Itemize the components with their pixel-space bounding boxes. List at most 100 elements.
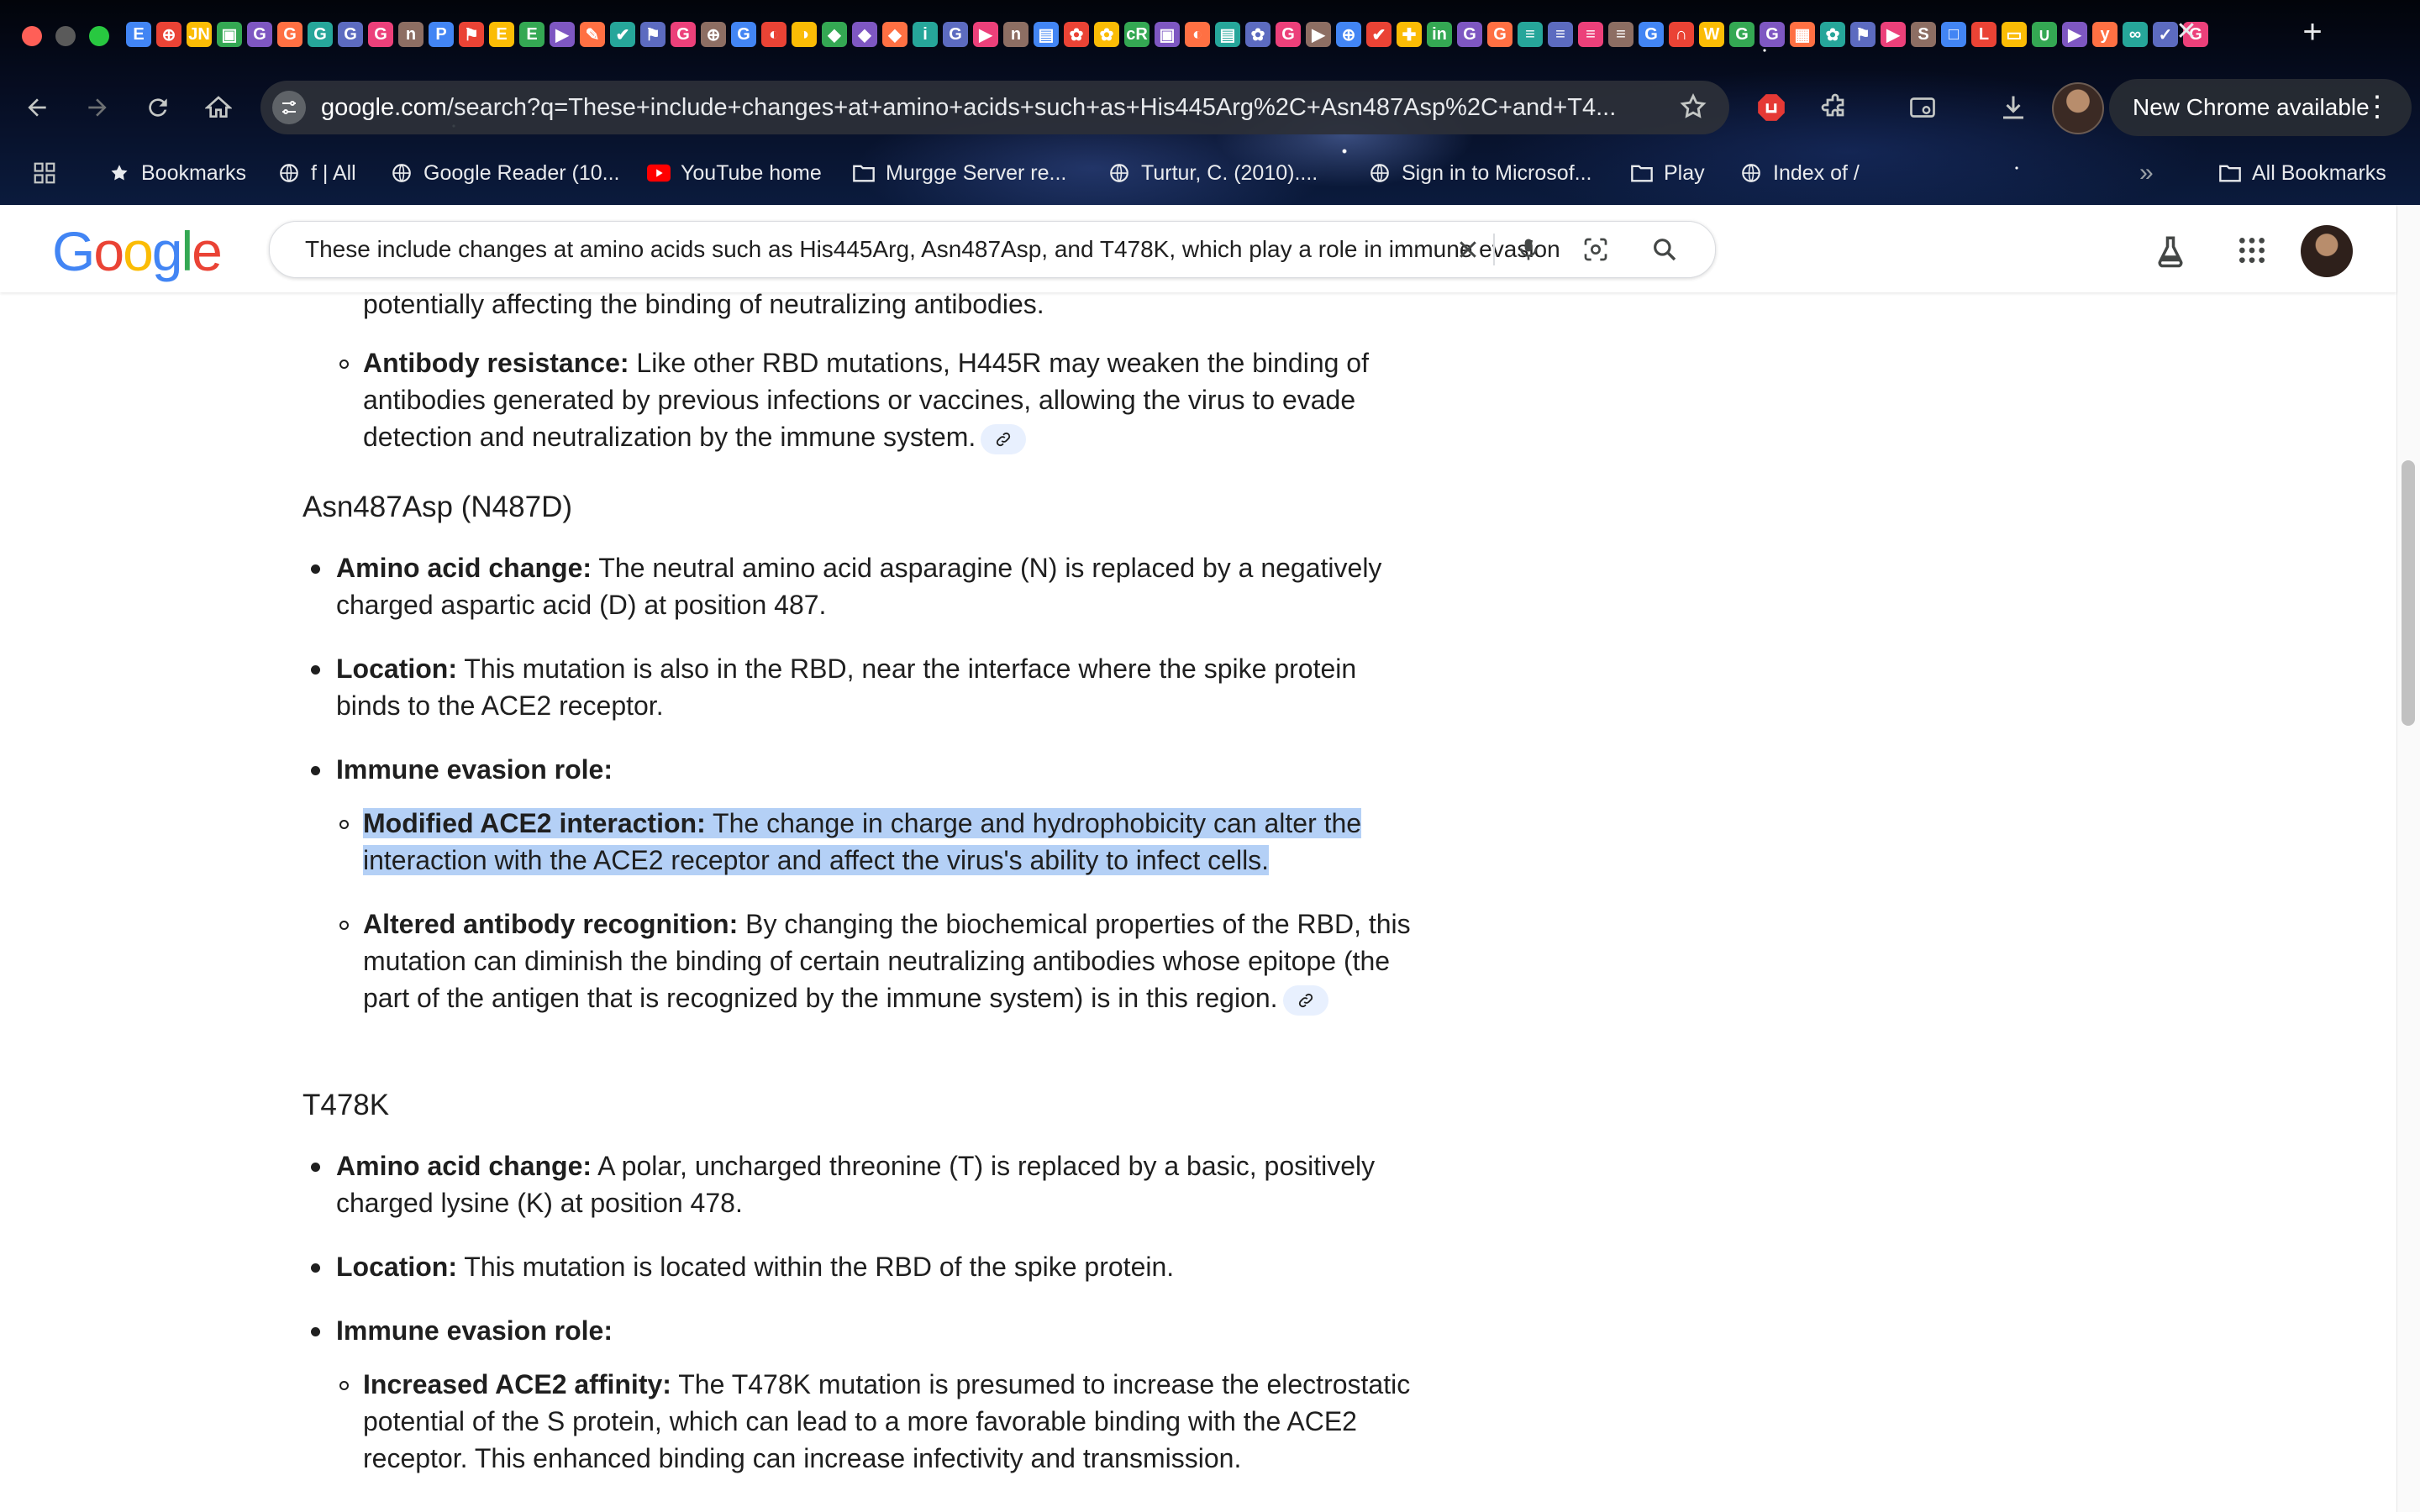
tab-favicon[interactable]: ✿ (1245, 22, 1270, 47)
google-logo[interactable]: Google (52, 223, 223, 279)
tab-favicon[interactable]: ◆ (882, 22, 908, 47)
tab-favicon[interactable]: ✎ (580, 22, 605, 47)
tab-favicon[interactable]: G (277, 22, 302, 47)
tab-favicon[interactable]: G (1487, 22, 1512, 47)
tab-favicon[interactable]: ✔ (1366, 22, 1392, 47)
tab-favicon[interactable]: P (429, 22, 454, 47)
bookmark-item[interactable]: Google Reader (10... (390, 158, 619, 188)
tab-favicon[interactable]: ◐ (1185, 22, 1210, 47)
tab-favicon[interactable]: ✔ (610, 22, 635, 47)
tab-favicon[interactable]: ⚑ (459, 22, 484, 47)
tab-favicon[interactable]: i (913, 22, 938, 47)
tab-favicon[interactable]: ⚑ (640, 22, 666, 47)
more-bookmarks-chevron-icon[interactable]: » (2139, 158, 2154, 188)
citation-link-button[interactable] (981, 423, 1027, 454)
tab-search-icon[interactable] (1901, 86, 1944, 129)
tab-favicon[interactable]: ✿ (1094, 22, 1119, 47)
tab-favicon[interactable]: ✚ (1397, 22, 1422, 47)
google-lens-camera-icon[interactable] (1579, 233, 1612, 266)
tab-favicon[interactable]: ≡ (1578, 22, 1603, 47)
tab-favicon[interactable]: ▤ (1215, 22, 1240, 47)
tab-favicon[interactable]: E (489, 22, 514, 47)
bookmark-star-icon[interactable] (1679, 92, 1707, 125)
tab-favicon[interactable]: y (2092, 22, 2118, 47)
tab-favicon[interactable]: ◐ (761, 22, 786, 47)
minimize-window-button[interactable] (55, 26, 76, 46)
bookmark-item[interactable]: YouTube home (647, 158, 822, 188)
tab-favicon[interactable]: ≡ (1608, 22, 1634, 47)
bookmark-item[interactable]: Turtur, C. (2010).... (1107, 158, 1318, 188)
tab-favicon[interactable]: G (308, 22, 333, 47)
tab-favicon[interactable]: ▶ (1306, 22, 1331, 47)
citation-link-button[interactable] (1282, 984, 1328, 1016)
tab-favicon[interactable]: □ (1941, 22, 1966, 47)
tab-favicon[interactable]: in (1427, 22, 1452, 47)
tab-favicon[interactable]: G (1457, 22, 1482, 47)
close-window-button[interactable] (22, 26, 42, 46)
site-info-icon[interactable] (272, 91, 306, 124)
tab-favicon[interactable]: E (126, 22, 151, 47)
tab-favicon[interactable]: G (731, 22, 756, 47)
tab-favicon[interactable]: G (943, 22, 968, 47)
tab-favicon[interactable]: JN (187, 22, 212, 47)
tab-favicon[interactable]: ∩ (1669, 22, 1694, 47)
clear-search-icon[interactable] (1451, 233, 1485, 266)
search-magnifier-icon[interactable] (1648, 233, 1681, 266)
tab-favicon[interactable]: G (1276, 22, 1301, 47)
tab-favicon[interactable]: ▤ (1034, 22, 1059, 47)
tab-favicon[interactable]: ⊕ (156, 22, 182, 47)
new-tab-button[interactable]: + (2292, 12, 2333, 52)
tab-favicon[interactable]: E (519, 22, 544, 47)
tab-favicon[interactable]: n (1003, 22, 1028, 47)
tab-favicon[interactable]: ▭ (2002, 22, 2027, 47)
reload-button[interactable] (136, 86, 180, 129)
address-bar[interactable]: google.com/search?q=These+include+change… (260, 81, 1729, 134)
bookmark-item[interactable]: Play (1630, 158, 1705, 188)
tab-favicon[interactable]: ◆ (822, 22, 847, 47)
new-chrome-available-button[interactable]: New Chrome available ⋮ (2109, 79, 2412, 136)
tab-favicon[interactable]: ▣ (1155, 22, 1180, 47)
tab-favicon[interactable]: ▶ (973, 22, 998, 47)
tab-favicon[interactable]: G (671, 22, 696, 47)
tab-favicon[interactable]: ⚑ (1850, 22, 1876, 47)
adblock-extension-icon[interactable] (1749, 86, 1793, 129)
tab-favicon[interactable]: L (1971, 22, 1996, 47)
close-tab-icon[interactable]: ✕ (2170, 15, 2203, 49)
profile-avatar[interactable] (2052, 82, 2104, 134)
tab-favicon[interactable]: G (1729, 22, 1754, 47)
tab-favicon[interactable]: ⊕ (701, 22, 726, 47)
tab-favicon[interactable]: G (1639, 22, 1664, 47)
tab-favicon[interactable]: n (398, 22, 424, 47)
tab-favicon[interactable]: G (247, 22, 272, 47)
tab-favicon[interactable]: ▶ (1881, 22, 1906, 47)
tab-favicon[interactable]: ∞ (2123, 22, 2148, 47)
home-button[interactable] (197, 86, 240, 129)
tab-favicon[interactable]: ≡ (1548, 22, 1573, 47)
tab-favicon[interactable]: ≡ (1518, 22, 1543, 47)
tab-favicon[interactable]: G (1760, 22, 1785, 47)
tab-favicon[interactable]: W (1699, 22, 1724, 47)
tab-favicon[interactable]: ✿ (1820, 22, 1845, 47)
tab-favicon[interactable]: S (1911, 22, 1936, 47)
google-apps-grid-icon[interactable] (2235, 234, 2269, 271)
account-avatar[interactable] (2301, 225, 2353, 277)
bookmark-item[interactable]: Bookmarks (108, 158, 246, 188)
tab-favicon[interactable]: ◆ (852, 22, 877, 47)
all-bookmarks-folder[interactable]: All Bookmarks (2218, 158, 2386, 188)
tab-favicon[interactable]: ▶ (550, 22, 575, 47)
tab-favicon[interactable]: ∪ (2032, 22, 2057, 47)
tab-favicon[interactable]: ▶ (2062, 22, 2087, 47)
bookmark-item[interactable]: Murgge Server re... (852, 158, 1066, 188)
tab-favicon[interactable]: ▦ (1790, 22, 1815, 47)
tab-favicon[interactable]: ⊕ (1336, 22, 1361, 47)
scrollbar-track[interactable] (2396, 205, 2420, 1512)
tab-favicon[interactable]: ◑ (792, 22, 817, 47)
tab-favicon[interactable]: G (368, 22, 393, 47)
zoom-window-button[interactable] (89, 26, 109, 46)
search-labs-flask-icon[interactable] (2153, 234, 2188, 273)
tab-favicon[interactable]: cR (1124, 22, 1150, 47)
bookmark-item[interactable]: f | All (277, 158, 356, 188)
extensions-puzzle-icon[interactable] (1813, 86, 1857, 129)
downloads-icon[interactable] (1991, 86, 2035, 129)
tab-favicon[interactable]: ✿ (1064, 22, 1089, 47)
